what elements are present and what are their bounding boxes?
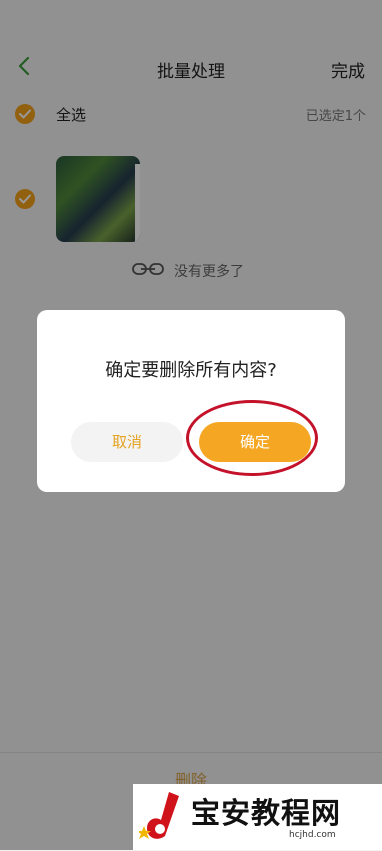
site-logo-icon	[139, 792, 179, 839]
watermark-url: hcjhd.com	[289, 830, 336, 840]
watermark-title: 宝安教程网	[191, 796, 342, 830]
confirm-highlight-ring	[186, 400, 318, 476]
cancel-button[interactable]: 取消	[71, 422, 183, 462]
watermark: 宝安教程网 hcjhd.com	[133, 784, 382, 850]
dialog-message: 确定要删除所有内容?	[105, 360, 277, 381]
confirm-delete-dialog: 确定要删除所有内容? 取消 确定	[37, 310, 345, 492]
